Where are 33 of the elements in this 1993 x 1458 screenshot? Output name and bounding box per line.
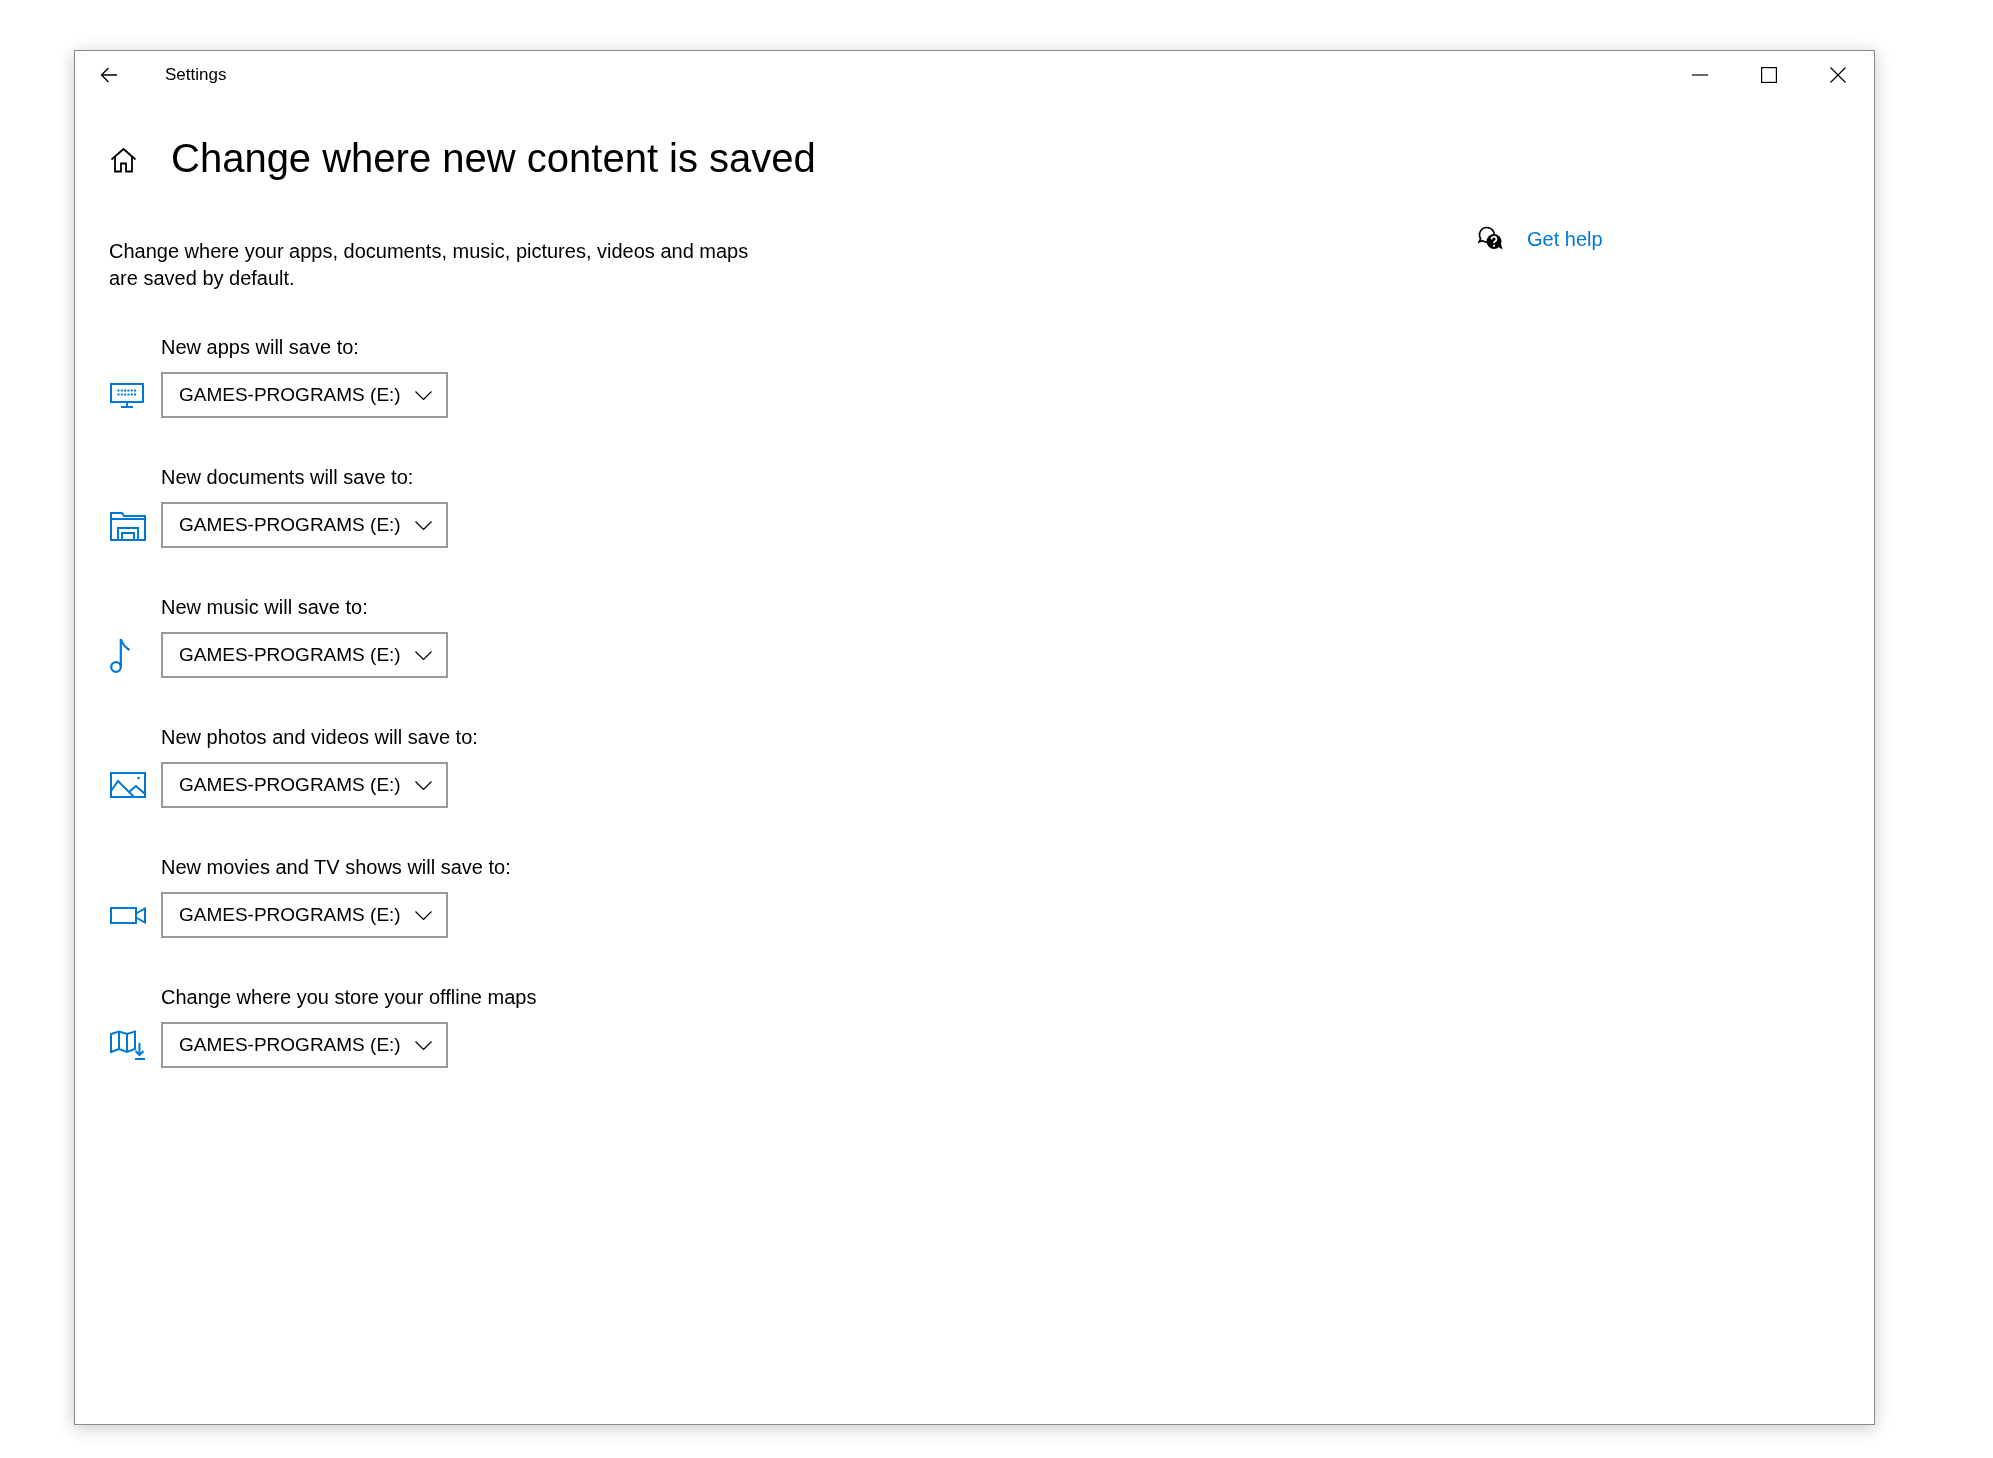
home-icon[interactable] [110,147,137,173]
page-title: Change where new content is saved [171,135,816,182]
drive-dropdown[interactable]: GAMES-PROGRAMS (E:) [161,632,448,678]
dropdown-label: Change where you store your offline maps [161,985,537,1010]
drive-dropdown[interactable]: GAMES-PROGRAMS (E:) [161,762,448,808]
chevron-down-icon [415,780,432,790]
chevron-down-icon [415,650,432,660]
music-note-icon [110,637,131,673]
dropdown-label: New photos and videos will save to: [161,725,478,750]
description-text: Change where your apps, documents, music, pictures, videos and maps are saved by default. [109,239,750,291]
dropdown-label: New music will save to: [161,595,368,620]
map-download-icon [110,1030,146,1060]
close-icon[interactable] [1830,67,1846,83]
drive-dropdown[interactable]: GAMES-PROGRAMS (E:) [161,1022,448,1068]
chevron-down-icon [415,1040,432,1050]
maximize-icon[interactable] [1761,67,1777,83]
folder-icon [110,509,146,541]
drive-dropdown[interactable]: GAMES-PROGRAMS (E:) [161,502,448,548]
dropdown-label: New apps will save to: [161,335,359,360]
back-arrow-icon[interactable] [100,67,118,83]
chevron-down-icon [415,390,432,400]
get-help-link[interactable]: Get help [1527,228,1603,251]
dropdown-label: New documents will save to: [161,465,414,490]
drive-dropdown[interactable]: GAMES-PROGRAMS (E:) [161,892,448,938]
dropdown-label: New movies and TV shows will save to: [161,855,511,880]
window-title: Settings [165,65,227,85]
help-chat-icon[interactable] [1478,226,1503,250]
chevron-down-icon [415,520,432,530]
monitor-icon [110,382,144,408]
video-camera-icon [110,906,146,924]
chevron-down-icon [415,910,432,920]
drive-dropdown[interactable]: GAMES-PROGRAMS (E:) [161,372,448,418]
image-icon [110,772,146,798]
